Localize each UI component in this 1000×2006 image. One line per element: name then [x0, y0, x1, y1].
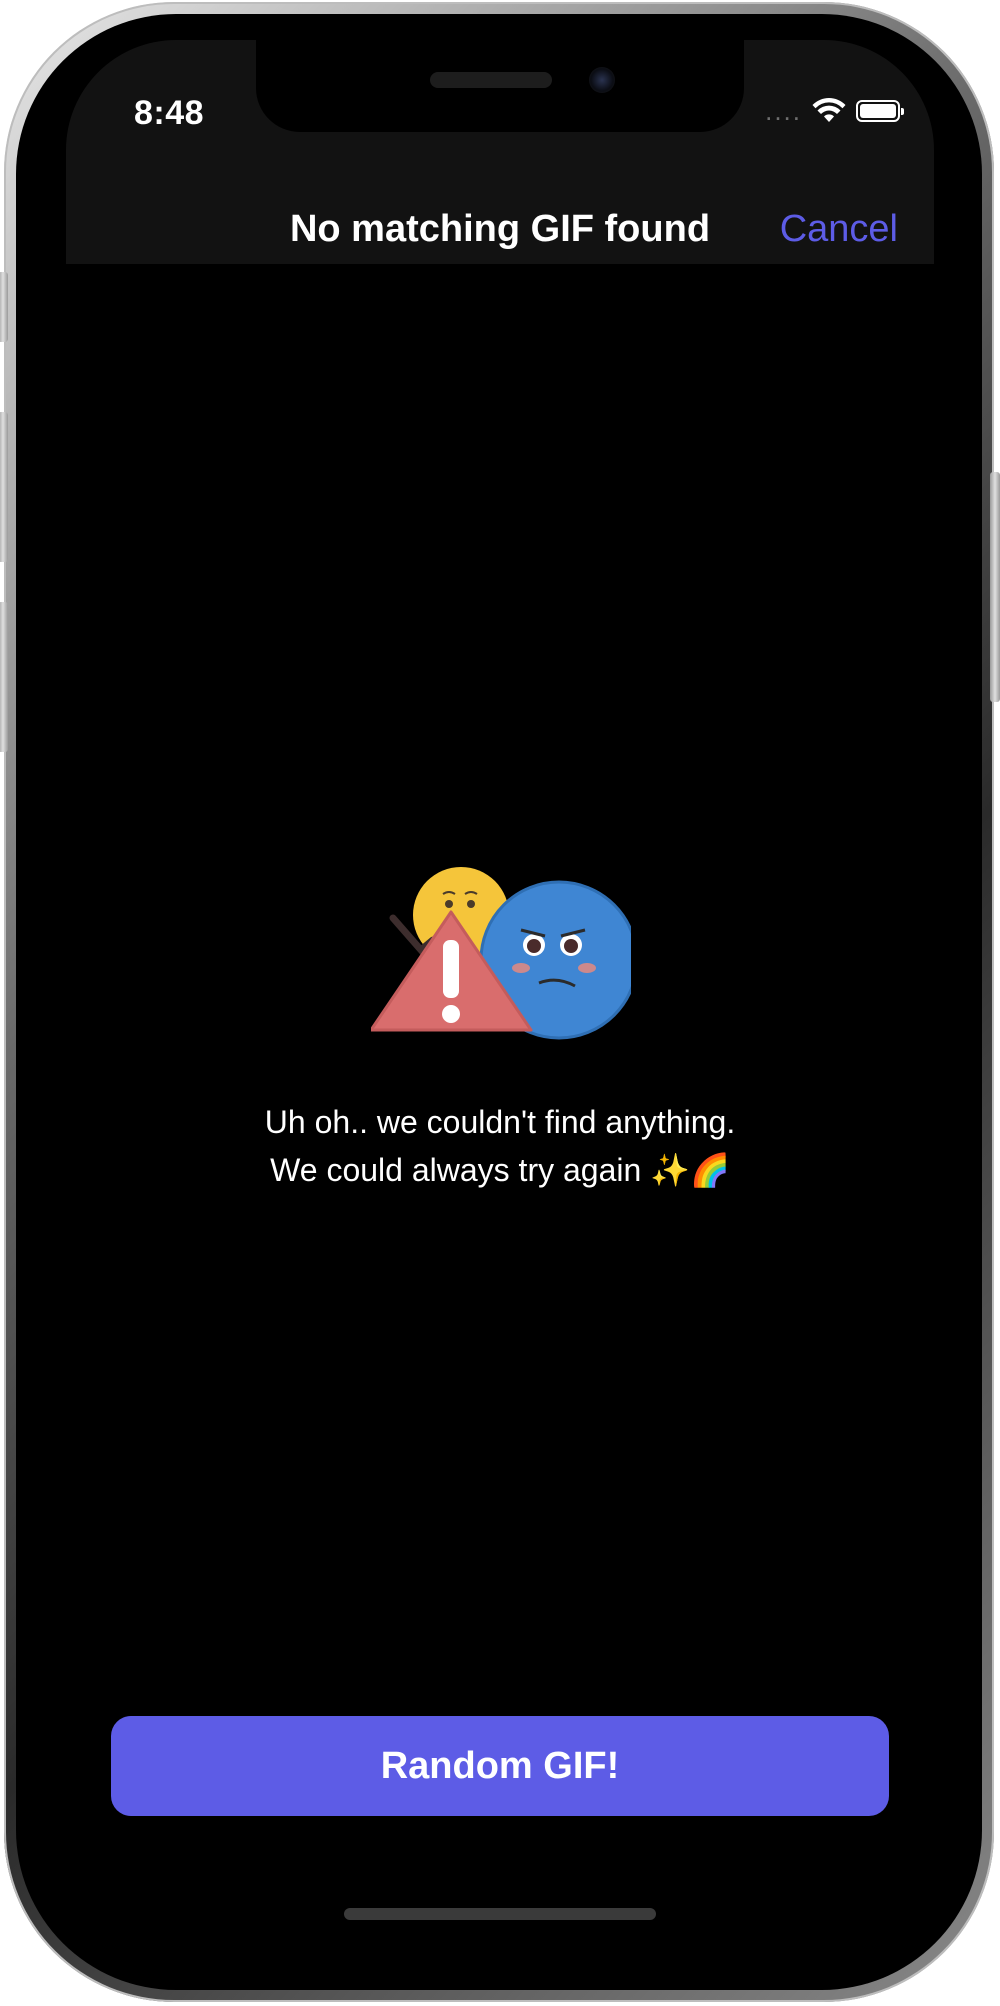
status-icons: .... [765, 96, 904, 126]
empty-state-message: Uh oh.. we couldn't find anything. We co… [66, 1098, 934, 1194]
wifi-icon [812, 98, 846, 122]
cancel-button[interactable]: Cancel [780, 208, 898, 251]
status-time: 8:48 [134, 94, 205, 132]
battery-icon [856, 100, 904, 122]
speaker-grille [430, 72, 552, 88]
notch [256, 40, 744, 132]
volume-up-button [0, 412, 8, 562]
empty-state-line-1: Uh oh.. we couldn't find anything. [264, 1104, 736, 1140]
app-screen: 8:48 .... No matching GIF found Cancel U… [66, 40, 934, 1960]
volume-down-button [0, 602, 8, 752]
empty-state-line-2: We could always try again ✨🌈 [270, 1152, 730, 1188]
home-indicator[interactable] [344, 1908, 656, 1920]
error-emoji-illustration [371, 867, 631, 1040]
battery-level [860, 104, 896, 118]
navigation-bar: 8:48 .... No matching GIF found Cancel [66, 40, 934, 264]
random-gif-button[interactable]: Random GIF! [111, 1716, 889, 1816]
signal-icon: .... [765, 96, 802, 126]
front-camera [589, 67, 615, 93]
mute-switch [0, 272, 8, 342]
power-button [990, 472, 1000, 702]
battery-tip [901, 108, 904, 115]
